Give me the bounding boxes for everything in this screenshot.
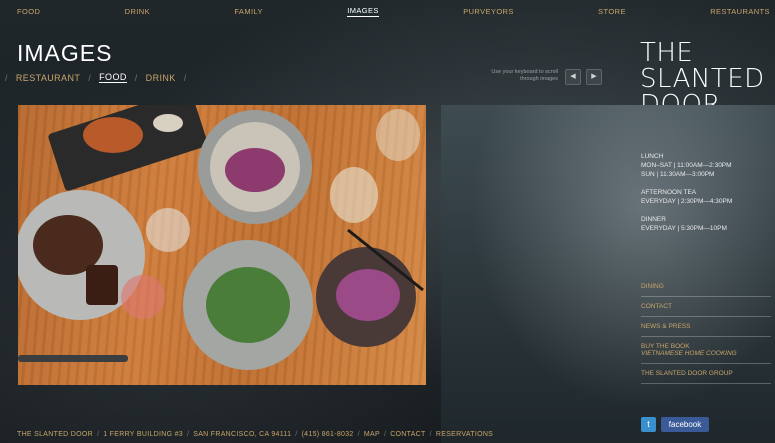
link-news[interactable]: NEWS & PRESS — [641, 323, 771, 330]
cabbage-salad-2 — [336, 269, 400, 321]
top-nav: FOOD DRINK FAMILY IMAGES PURVEYORS STORE… — [0, 0, 775, 22]
logo-line: THE — [640, 38, 694, 68]
food-photo — [18, 105, 426, 385]
wine-glass — [330, 167, 378, 223]
divider: / — [88, 72, 92, 83]
dinner-hours: EVERYDAY | 5:30PM—10PM — [641, 225, 727, 232]
link-contact[interactable]: CONTACT — [641, 303, 771, 310]
divider: / — [295, 431, 298, 438]
link-dining[interactable]: DINING — [641, 283, 771, 290]
lunch-hours-sun: SUN | 11:30AM—3:00PM — [641, 171, 715, 178]
cabbage-salad — [225, 148, 285, 192]
social-links: t facebook — [641, 417, 709, 432]
food-illustration — [18, 105, 424, 370]
divider — [641, 296, 771, 297]
nav-family[interactable]: FAMILY — [234, 7, 263, 16]
divider: / — [134, 72, 138, 83]
triangle-left-icon: ◀ — [570, 73, 576, 80]
tea-title: AFTERNOON TEA — [641, 189, 697, 196]
link-buy-book[interactable]: BUY THE BOOK — [641, 343, 771, 350]
divider — [641, 336, 771, 337]
footer-contact-link[interactable]: CONTACT — [390, 431, 425, 438]
nav-images[interactable]: IMAGES — [347, 6, 379, 17]
tea-hours: EVERYDAY | 2:30PM—4:30PM — [641, 198, 733, 205]
page-title: IMAGES — [17, 40, 113, 66]
subnav-restaurant[interactable]: RESTAURANT — [16, 73, 80, 83]
triangle-right-icon: ▶ — [591, 73, 597, 80]
rose-glass — [121, 275, 165, 319]
footer-city: SAN FRANCISCO, CA 94111 — [193, 431, 292, 438]
divider: / — [357, 431, 360, 438]
keyboard-hint: Use your keyboard to scroll through imag… — [491, 69, 558, 82]
footer-map-link[interactable]: MAP — [364, 431, 380, 438]
wine-glass-2 — [376, 109, 420, 161]
divider — [641, 316, 771, 317]
divider: / — [429, 431, 432, 438]
divider: / — [96, 431, 100, 438]
subnav-food[interactable]: FOOD — [99, 72, 127, 83]
grilled-fish — [83, 117, 143, 153]
nav-restaurants[interactable]: RESTAURANTS — [710, 7, 770, 16]
sauce-dish — [86, 265, 118, 305]
hours-info: LUNCH MON–SAT | 11:00AM—2:30PM SUN | 11:… — [641, 152, 771, 242]
footer: THE SLANTED DOOR / 1 FERRY BUILDING #3 /… — [17, 431, 493, 438]
nav-drink[interactable]: DRINK — [125, 7, 150, 16]
side-links: DINING CONTACT NEWS & PRESS BUY THE BOOK… — [641, 283, 771, 390]
water-glass — [146, 208, 190, 252]
footer-phone: (415) 861-8032 — [301, 431, 354, 438]
facebook-button[interactable]: facebook — [661, 417, 709, 432]
divider: / — [186, 431, 190, 438]
prev-image-button[interactable]: ◀ — [565, 69, 581, 85]
sub-nav: / RESTAURANT / FOOD / DRINK / — [5, 72, 187, 83]
divider: / — [5, 72, 8, 83]
footer-name: THE SLANTED DOOR — [17, 431, 93, 438]
nav-purveyors[interactable]: PURVEYORS — [463, 7, 514, 16]
subnav-drink[interactable]: DRINK — [146, 73, 176, 83]
footer-reservations-link[interactable]: RESERVATIONS — [436, 431, 493, 438]
next-image-button[interactable]: ▶ — [586, 69, 602, 85]
divider — [641, 363, 771, 364]
lunch-title: LUNCH — [641, 153, 664, 160]
bok-choy — [206, 267, 290, 343]
link-book-title[interactable]: VIETNAMESE HOME COOKING — [641, 350, 771, 357]
footer-address: 1 FERRY BUILDING #3 — [103, 431, 183, 438]
lunch-hours: MON–SAT | 11:00AM—2:30PM — [641, 162, 732, 169]
logo-line: SLANTED — [640, 64, 765, 94]
dinner-title: DINNER — [641, 216, 666, 223]
divider: / — [383, 431, 387, 438]
side-dish — [153, 114, 183, 132]
divider: / — [183, 72, 187, 83]
divider — [641, 383, 771, 384]
nav-food[interactable]: FOOD — [17, 7, 40, 16]
nav-store[interactable]: STORE — [598, 7, 626, 16]
twitter-icon[interactable]: t — [641, 417, 656, 432]
link-group[interactable]: THE SLANTED DOOR GROUP — [641, 370, 771, 377]
knife — [18, 355, 128, 362]
